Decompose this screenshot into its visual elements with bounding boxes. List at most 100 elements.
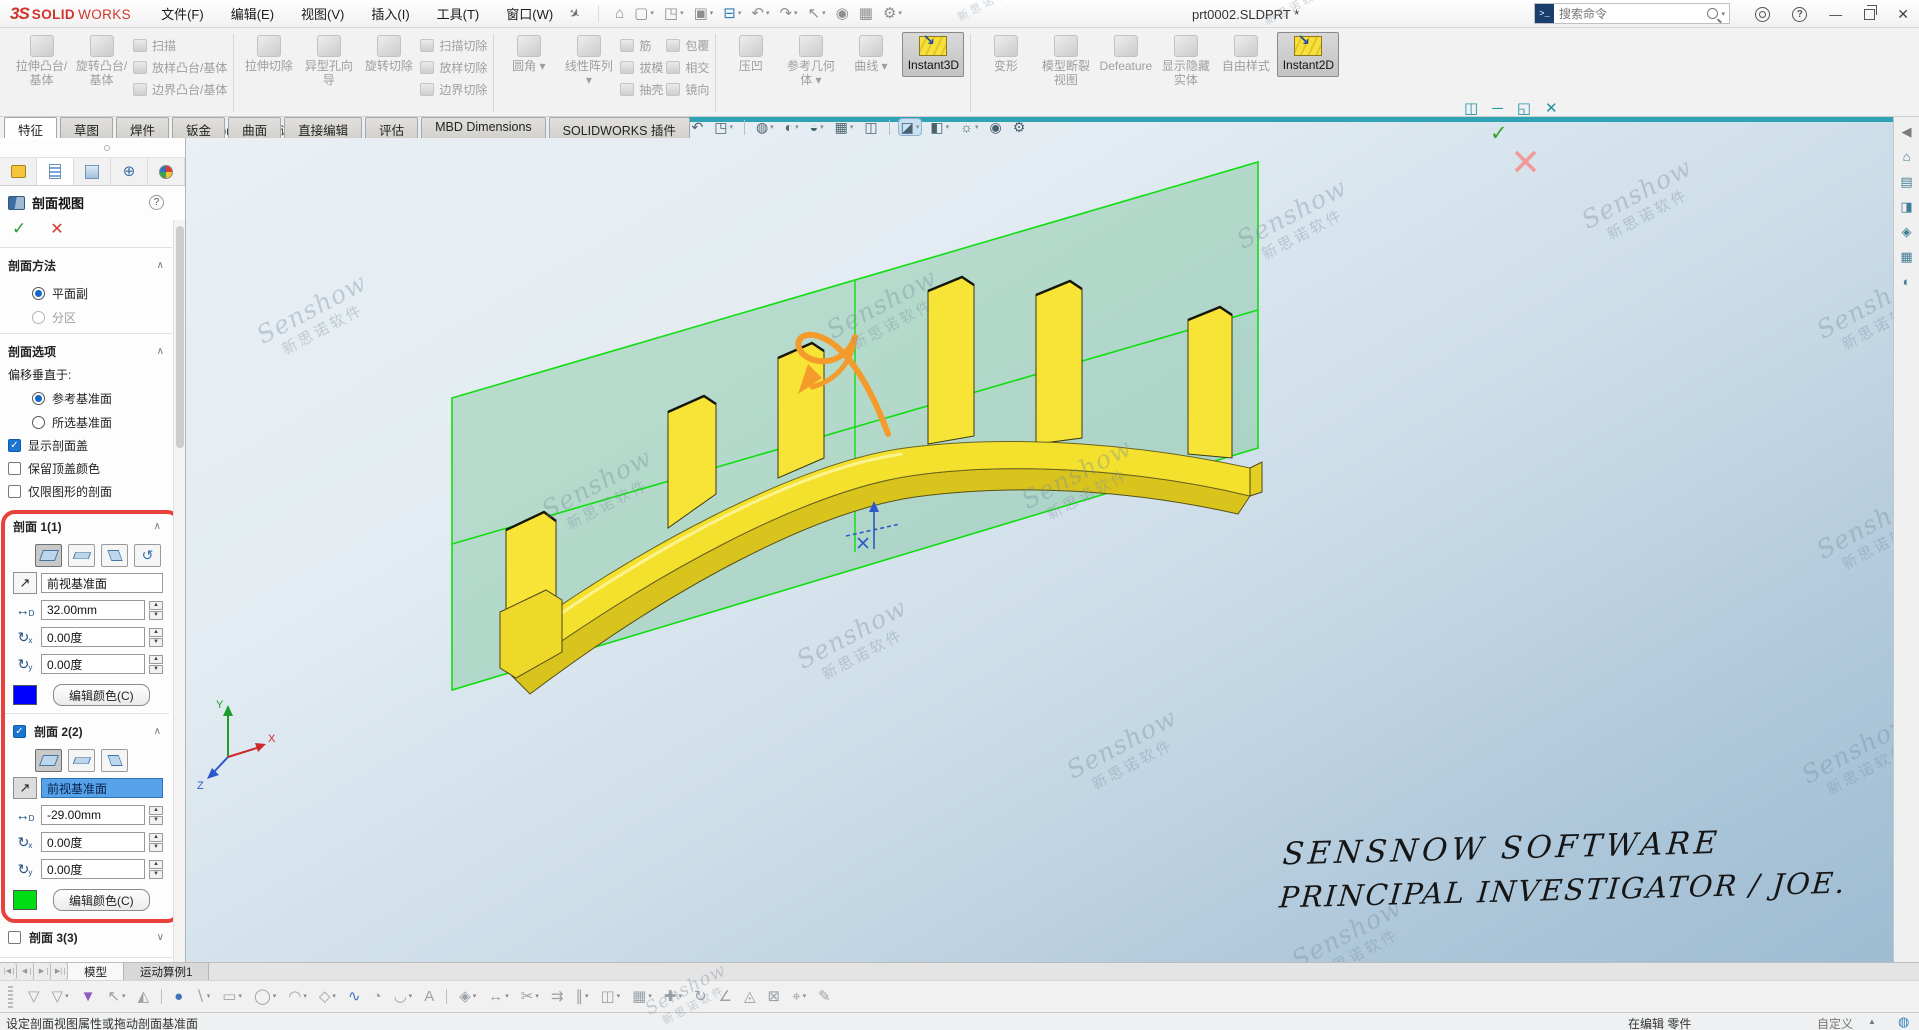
rotate-plane-button[interactable]: ↺	[134, 544, 161, 567]
view-settings-icon[interactable]: ◫	[862, 119, 879, 135]
group-section1[interactable]: 剖面 1(1)∧	[5, 514, 169, 539]
check-graphics-only[interactable]: 仅限图形的剖面	[8, 483, 172, 500]
check-show-section-cap[interactable]: 显示剖面盖	[8, 437, 172, 454]
close-doc-icon[interactable]: ✕	[1543, 100, 1560, 117]
menu-edit[interactable]: 编辑(E)	[231, 4, 274, 23]
tab-configuration-manager[interactable]	[74, 158, 111, 185]
radio-planar[interactable]: 平面副	[32, 285, 172, 302]
spinner[interactable]: ▲▼	[149, 806, 163, 825]
lighting-icon[interactable]: ☼▾	[958, 119, 980, 135]
customize-caret-icon[interactable]: ▲	[1868, 1017, 1876, 1026]
open-icon[interactable]: ◳▾	[662, 5, 686, 22]
ribbon-item[interactable]: 曲线 ▾	[842, 32, 899, 77]
section1-plane-field[interactable]: 前视基准面	[41, 573, 163, 593]
view-options-icon[interactable]: ⚙	[1011, 119, 1028, 135]
filter-faces-icon[interactable]: ▼	[79, 988, 98, 1005]
graphics-area[interactable]: Y X Z ▸ prt0002 (默认) <<默认>... ◎⊞▾↶◳▾◍▾◐▾…	[186, 117, 1893, 962]
filter-wireframe-icon[interactable]: ▽▾	[50, 988, 71, 1005]
ribbon-item[interactable]: 旋转凸台/基体	[73, 32, 130, 91]
spinner[interactable]: ▲▼	[149, 655, 163, 674]
tab-mbd-dimensions[interactable]: MBD Dimensions	[421, 117, 546, 138]
linear-pattern-icon[interactable]: ▦▾	[630, 988, 654, 1005]
pm-help-icon[interactable]: ?	[149, 195, 164, 210]
angle-icon[interactable]: ∠	[717, 988, 734, 1005]
ribbon-item-small[interactable]: 抽壳	[620, 81, 663, 98]
search-caret-icon[interactable]: ▾	[1721, 10, 1725, 18]
tab-property-manager[interactable]	[37, 158, 74, 185]
quick-snaps-icon[interactable]: ⌖▾	[790, 988, 808, 1005]
radio-reference-plane[interactable]: 参考基准面	[32, 390, 172, 407]
prev-tab-icon[interactable]: ◀	[17, 963, 34, 980]
ribbon-item-small[interactable]: 扫描	[133, 37, 227, 54]
front-plane-button[interactable]	[35, 544, 62, 567]
expand-taskpane-icon[interactable]: ◀	[1900, 124, 1914, 139]
file-explorer-icon[interactable]: ◨	[1898, 199, 1914, 214]
panel-scrollbar[interactable]	[173, 220, 185, 962]
section-view-icon[interactable]: ◪▾	[899, 119, 922, 135]
ribbon-item-small[interactable]: 放样凸台/基体	[133, 59, 227, 76]
dock-icon[interactable]: ◫	[1462, 100, 1480, 117]
options-icon[interactable]: ⚙▾	[881, 5, 904, 22]
tab-sheet-metal[interactable]: 钣金	[172, 117, 225, 138]
ribbon-item[interactable]: 变形	[977, 32, 1034, 77]
radio-selected-plane[interactable]: 所选基准面	[32, 414, 172, 431]
toolbar-grip[interactable]	[8, 986, 13, 1008]
select-plane-icon[interactable]: ↗	[13, 777, 37, 799]
group-section3[interactable]: 剖面 3(3)∨	[0, 927, 172, 950]
move-entities-icon[interactable]: ✚▾	[662, 988, 684, 1005]
spinner[interactable]: ▲▼	[149, 860, 163, 879]
tab-display-manager[interactable]	[148, 158, 185, 185]
first-tab-icon[interactable]: |◀	[0, 963, 17, 980]
rapid-sketch-icon[interactable]: ✎	[816, 988, 833, 1005]
display-relations-icon[interactable]: ◬	[742, 988, 758, 1005]
tab-evaluate[interactable]: 评估	[365, 117, 418, 138]
section2-yrotation-field[interactable]: 0.00度	[41, 859, 145, 879]
annotation-view-icon[interactable]: ◧▾	[928, 119, 951, 135]
ellipse-icon[interactable]: ◔	[371, 988, 384, 1005]
menu-file[interactable]: 文件(F)	[161, 4, 204, 23]
tab-direct-editing[interactable]: 直接编辑	[284, 117, 362, 138]
mirror-entities-icon[interactable]: ◫▾	[598, 988, 622, 1005]
ribbon-item-small[interactable]: 放样切除	[420, 59, 487, 76]
spinner[interactable]: ▲▼	[149, 601, 163, 620]
section1-xrotation-field[interactable]: 0.00度	[41, 627, 145, 647]
tab-surfaces[interactable]: 曲面	[228, 117, 281, 138]
smart-dimension-icon[interactable]: ↔▾	[486, 988, 511, 1005]
checkbox-checked-icon[interactable]	[13, 725, 26, 738]
circle-icon[interactable]: ◯▾	[252, 988, 278, 1005]
tab-features[interactable]: 特征	[4, 117, 57, 138]
checkbox-icon[interactable]	[8, 931, 21, 944]
minimize-button[interactable]: —	[1829, 7, 1842, 22]
tab-dimxpert-manager[interactable]: ⊕	[111, 158, 148, 185]
pin-menu-icon[interactable]: ✈	[566, 4, 584, 23]
menu-window[interactable]: 窗口(W)	[506, 4, 553, 23]
rectangle-icon[interactable]: ▭▾	[220, 988, 244, 1005]
close-button[interactable]: ✕	[1897, 6, 1909, 23]
rotate-entities-icon[interactable]: ↻	[692, 988, 709, 1005]
search-icon[interactable]	[1707, 8, 1718, 19]
select-icon[interactable]: ↖▾	[806, 5, 828, 22]
search-box[interactable]: >_ ▾	[1534, 3, 1730, 24]
section2-xrotation-field[interactable]: 0.00度	[41, 832, 145, 852]
confirmation-ok-icon[interactable]: ✓	[1490, 121, 1508, 146]
menu-view[interactable]: 视图(V)	[301, 4, 344, 23]
repair-sketch-icon[interactable]: ⊠	[766, 988, 783, 1005]
pm-cancel-button[interactable]: ✕	[50, 219, 63, 239]
tab-weldments[interactable]: 焊件	[116, 117, 169, 138]
ribbon-item[interactable]: 模型断裂视图	[1037, 32, 1094, 91]
sketch-point-icon[interactable]: ●	[172, 988, 185, 1005]
new-document-icon[interactable]: ▢▾	[632, 5, 656, 22]
sketch-text-icon[interactable]: A	[422, 988, 436, 1005]
section2-color-swatch[interactable]	[13, 890, 37, 910]
group-section-options[interactable]: 剖面选项∧	[0, 334, 172, 364]
polygon-icon[interactable]: ◇▾	[317, 988, 338, 1005]
ribbon-item[interactable]: Instant3D	[902, 32, 964, 77]
design-library-icon[interactable]: ▤	[1898, 174, 1914, 189]
ribbon-item-small[interactable]: 镜向	[666, 81, 709, 98]
group-section2[interactable]: 剖面 2(2)∧	[5, 714, 169, 744]
edit-appearance-icon[interactable]: ◒▾	[808, 119, 826, 135]
select-plane-icon[interactable]: ↗	[13, 572, 37, 594]
right-plane-button[interactable]	[101, 749, 128, 772]
plane-icon[interactable]: ◈▾	[457, 988, 478, 1005]
next-tab-icon[interactable]: ▶	[34, 963, 51, 980]
